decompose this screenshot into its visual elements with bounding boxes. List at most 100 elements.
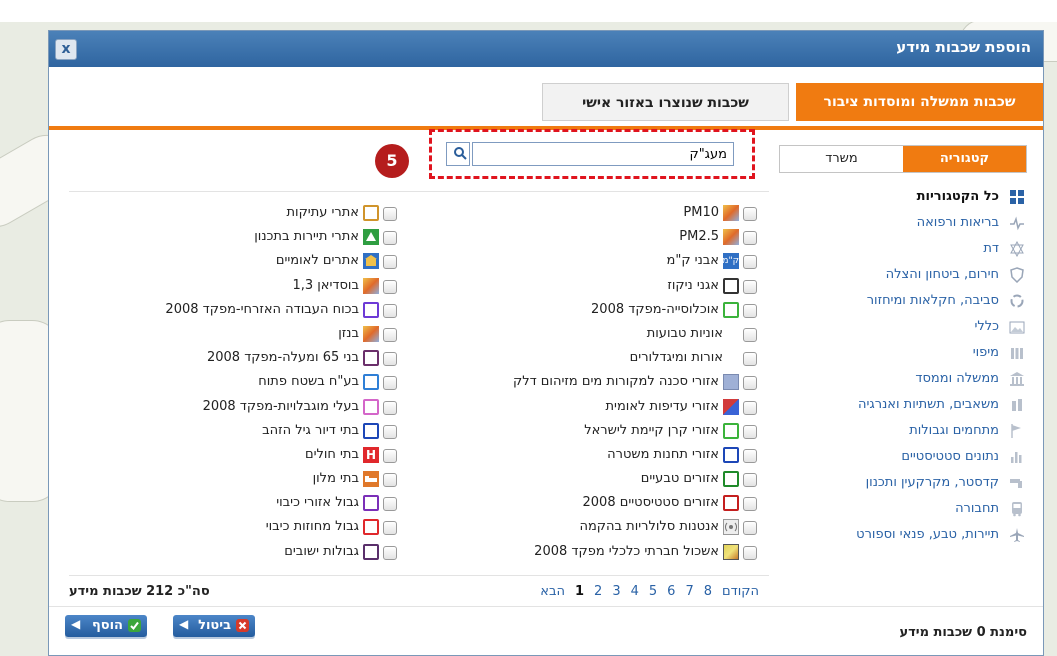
layer-checkbox[interactable] xyxy=(383,545,397,560)
pager-page[interactable]: 4 xyxy=(631,584,639,599)
add-button[interactable]: הוסף ◀ xyxy=(65,615,147,637)
layer-checkbox[interactable] xyxy=(743,473,757,488)
toggle-office[interactable]: משרד xyxy=(780,146,903,172)
layer-item[interactable]: גבולות ישובים xyxy=(69,541,399,565)
layer-item[interactable]: בכוח העבודה האזרחי-מפקד 2008 xyxy=(69,299,399,323)
layer-item[interactable]: בני 65 ומעלה-מפקד 2008 xyxy=(69,347,399,371)
layer-item[interactable]: בנזן xyxy=(69,323,399,347)
layer-checkbox[interactable] xyxy=(743,521,757,536)
category-item[interactable]: משאבים, תשתיות ואנרגיה xyxy=(779,393,1027,419)
layer-item[interactable]: אזורי עדיפות לאומית xyxy=(429,396,759,420)
layer-checkbox[interactable] xyxy=(383,279,397,294)
layer-item[interactable]: בעלי מוגבלויות-מפקד 2008 xyxy=(69,396,399,420)
category-item[interactable]: קדסטר, מקרקעין ותכנון xyxy=(779,471,1027,497)
category-item[interactable]: מתחמים וגבולות xyxy=(779,419,1027,445)
category-item[interactable]: תיירות, טבע, פנאי וספורט xyxy=(779,523,1027,549)
layer-checkbox[interactable] xyxy=(743,279,757,294)
pager-page[interactable]: 2 xyxy=(594,584,602,599)
layer-item[interactable]: בתי מלון xyxy=(69,468,399,492)
pager-page[interactable]: 3 xyxy=(612,584,620,599)
layer-item[interactable]: אוכלוסייה-מפקד 2008 xyxy=(429,299,759,323)
cancel-button[interactable]: ביטול ◀ xyxy=(173,615,255,637)
category-item[interactable]: בריאות ורפואה xyxy=(779,211,1027,237)
category-item[interactable]: חירום, ביטחון והצלה xyxy=(779,263,1027,289)
flag-icon xyxy=(1009,423,1025,439)
layer-item[interactable]: גבול אזורי כיבוי xyxy=(69,492,399,516)
pager-page[interactable]: 8 xyxy=(704,584,712,599)
layer-item[interactable]: ק"מ אבני ק"מ xyxy=(429,250,759,274)
category-item[interactable]: מיפוי xyxy=(779,341,1027,367)
layer-checkbox[interactable] xyxy=(743,255,757,270)
pager-prev[interactable]: הקודם xyxy=(722,584,759,599)
layer-item[interactable]: אנטנות סלולריות בהקמה xyxy=(429,516,759,540)
layer-checkbox[interactable] xyxy=(743,207,757,221)
layer-item[interactable]: אוניות טבועות xyxy=(429,323,759,347)
layer-checkbox[interactable] xyxy=(743,424,757,439)
layer-item[interactable]: אתרים לאומיים xyxy=(69,250,399,274)
pager-page[interactable]: 6 xyxy=(667,584,675,599)
layer-checkbox[interactable] xyxy=(383,207,397,221)
category-item[interactable]: נתונים סטטיסטיים xyxy=(779,445,1027,471)
layer-item[interactable]: אזורי תחנות משטרה xyxy=(429,444,759,468)
layer-checkbox[interactable] xyxy=(383,255,397,270)
layer-checkbox[interactable] xyxy=(383,521,397,536)
layer-checkbox[interactable] xyxy=(743,303,757,318)
layer-item[interactable]: PM10 xyxy=(429,202,759,226)
category-item[interactable]: סביבה, חקלאות ומיחזור xyxy=(779,289,1027,315)
layer-checkbox[interactable] xyxy=(743,545,757,560)
category-item[interactable]: כל הקטגוריות xyxy=(779,185,1027,211)
layer-checkbox[interactable] xyxy=(383,473,397,488)
layer-checkbox[interactable] xyxy=(743,231,757,246)
layer-checkbox[interactable] xyxy=(743,376,757,391)
layer-item[interactable]: אזורי קרן קיימת לישראל xyxy=(429,420,759,444)
category-item[interactable]: דת xyxy=(779,237,1027,263)
pager-page[interactable]: 5 xyxy=(649,584,657,599)
layer-checkbox[interactable] xyxy=(383,327,397,342)
layer-checkbox[interactable] xyxy=(743,327,757,342)
layer-checkbox[interactable] xyxy=(383,303,397,318)
layer-item[interactable]: בוסדיאן 1,3 xyxy=(69,275,399,299)
layer-item[interactable]: אזורים טבעיים xyxy=(429,468,759,492)
layer-checkbox[interactable] xyxy=(383,424,397,439)
layer-item[interactable]: אשכול חברתי כלכלי מפקד 2008 xyxy=(429,541,759,565)
layer-checkbox[interactable] xyxy=(743,352,757,367)
layer-item[interactable]: אזורי סכנה למקורות מים מזיהום דלק xyxy=(429,371,759,395)
category-label: ממשלה וממסד xyxy=(915,371,999,386)
pager-page[interactable]: 7 xyxy=(685,584,693,599)
layer-item[interactable]: H בתי חולים xyxy=(69,444,399,468)
layer-checkbox[interactable] xyxy=(383,400,397,415)
layer-item[interactable]: אורות ומיגדלורים xyxy=(429,347,759,371)
layer-item[interactable]: בתי דיור גיל הזהב xyxy=(69,420,399,444)
layer-checkbox[interactable] xyxy=(743,497,757,512)
search-button[interactable] xyxy=(446,142,470,166)
hotel-icon xyxy=(363,471,379,488)
government-building-icon xyxy=(1009,371,1025,387)
category-item[interactable]: כללי xyxy=(779,315,1027,341)
layer-item[interactable]: אגני ניקוז xyxy=(429,275,759,299)
layer-checkbox[interactable] xyxy=(383,376,397,391)
tab-government-layers[interactable]: שכבות ממשלה ומוסדות ציבור xyxy=(796,83,1043,121)
polygon-outline-symbol xyxy=(723,422,739,439)
category-label: כל הקטגוריות xyxy=(916,189,999,204)
layer-item[interactable]: אזורים סטטיסטיים 2008 xyxy=(429,492,759,516)
category-item[interactable]: ממשלה וממסד xyxy=(779,367,1027,393)
layer-checkbox[interactable] xyxy=(743,448,757,463)
layer-checkbox[interactable] xyxy=(383,231,397,246)
layer-item[interactable]: בע"ח בשטח פתוח xyxy=(69,371,399,395)
layer-item[interactable]: אתרי עתיקות xyxy=(69,202,399,226)
category-label: תחבורה xyxy=(955,501,999,516)
tab-personal-layers[interactable]: שכבות שנוצרו באזור אישי xyxy=(542,83,789,121)
layer-checkbox[interactable] xyxy=(383,497,397,512)
close-button[interactable]: x xyxy=(55,39,77,60)
layer-item[interactable]: PM2.5 xyxy=(429,226,759,250)
polygon-outline-symbol xyxy=(723,277,739,294)
toggle-category[interactable]: קטגוריה xyxy=(903,146,1026,172)
layer-item[interactable]: גבול מחוזות כיבוי xyxy=(69,516,399,540)
pager-next[interactable]: הבא xyxy=(540,584,565,599)
layer-item[interactable]: אתרי תיירות בתכנון xyxy=(69,226,399,250)
category-item[interactable]: תחבורה xyxy=(779,497,1027,523)
layer-checkbox[interactable] xyxy=(383,448,397,463)
layer-checkbox[interactable] xyxy=(743,400,757,415)
search-input[interactable] xyxy=(472,142,734,166)
layer-checkbox[interactable] xyxy=(383,352,397,367)
